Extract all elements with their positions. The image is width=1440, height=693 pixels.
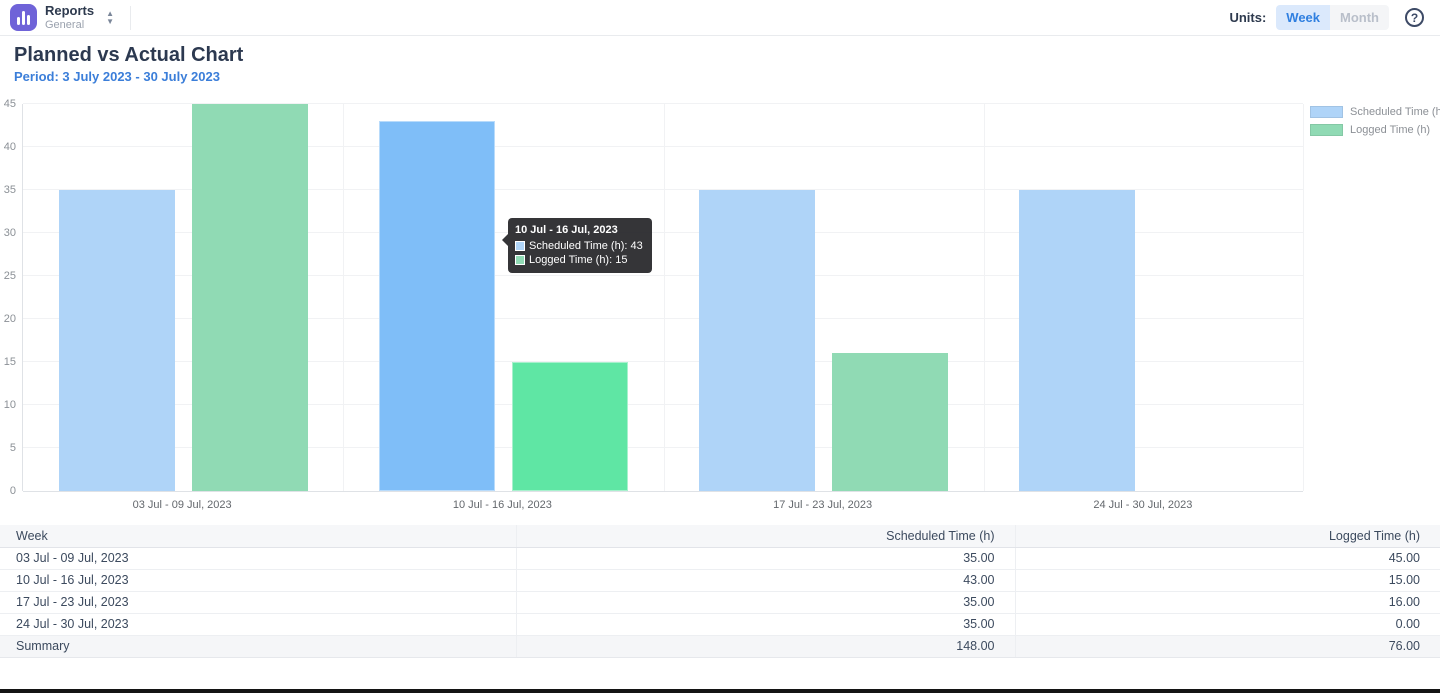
divider xyxy=(130,6,131,30)
table-header-row: WeekScheduled Time (h)Logged Time (h) xyxy=(0,525,1440,547)
week-cell: 24 Jul - 30 Jul, 2023 xyxy=(0,613,516,635)
bar-logged-week-1[interactable] xyxy=(192,104,308,491)
y-tick-label: 10 xyxy=(4,399,16,411)
table-header-cell: Scheduled Time (h) xyxy=(516,525,1015,547)
tooltip-title: 10 Jul - 16 Jul, 2023 xyxy=(515,224,643,236)
y-tick-label: 5 xyxy=(10,442,16,454)
tooltip-series-swatch xyxy=(515,255,525,265)
summary-row: Summary148.0076.00 xyxy=(0,635,1440,657)
page-title: Planned vs Actual Chart xyxy=(14,44,243,67)
bar-scheduled-week-4[interactable] xyxy=(1019,190,1135,491)
app-title: Reports xyxy=(45,4,94,18)
x-tick-label: 03 Jul - 09 Jul, 2023 xyxy=(133,499,232,511)
tooltip-series-swatch xyxy=(515,241,525,251)
tooltip-series-value: Scheduled Time (h): 43 xyxy=(529,240,643,252)
bar-logged-week-2[interactable] xyxy=(512,362,628,491)
reports-page: Reports General ▲▼ Units: WeekMonth ? Pl… xyxy=(0,0,1440,693)
gridline xyxy=(984,104,985,491)
app-subtitle: General xyxy=(45,19,94,31)
tooltip-row: Logged Time (h): 15 xyxy=(515,254,643,266)
gridline xyxy=(343,104,344,491)
value-cell: 16.00 xyxy=(1015,591,1440,613)
table-row: 24 Jul - 30 Jul, 202335.000.00 xyxy=(0,613,1440,635)
y-tick-label: 15 xyxy=(4,356,16,368)
table-row: 10 Jul - 16 Jul, 202343.0015.00 xyxy=(0,569,1440,591)
bar-logged-week-3[interactable] xyxy=(832,353,948,491)
y-tick-label: 20 xyxy=(4,313,16,325)
chart-tooltip: 10 Jul - 16 Jul, 2023 Scheduled Time (h)… xyxy=(508,218,652,273)
units-label: Units: xyxy=(1229,10,1266,25)
value-cell: 0.00 xyxy=(1015,613,1440,635)
bottom-edge-bar xyxy=(0,689,1440,693)
legend-item[interactable]: Logged Time (h) xyxy=(1310,124,1440,136)
week-cell: 03 Jul - 09 Jul, 2023 xyxy=(0,547,516,569)
legend-label: Scheduled Time (h) xyxy=(1350,106,1440,118)
reports-app-switcher[interactable]: Reports General ▲▼ xyxy=(0,4,124,31)
value-cell: 43.00 xyxy=(516,569,1015,591)
tooltip-series-value: Logged Time (h): 15 xyxy=(529,254,627,266)
value-cell: 35.00 xyxy=(516,613,1015,635)
week-cell: 17 Jul - 23 Jul, 2023 xyxy=(0,591,516,613)
bar-chart-icon xyxy=(10,4,37,31)
gridline xyxy=(1303,104,1304,491)
report-period: Period: 3 July 2023 - 30 July 2023 xyxy=(14,69,220,84)
value-cell: 76.00 xyxy=(1015,635,1440,657)
y-tick-label: 45 xyxy=(4,98,16,110)
bar-scheduled-week-1[interactable] xyxy=(59,190,175,491)
units-option-month[interactable]: Month xyxy=(1330,5,1389,30)
table-header-cell: Week xyxy=(0,525,516,547)
units-option-week[interactable]: Week xyxy=(1276,5,1330,30)
gridline xyxy=(664,104,665,491)
bar-scheduled-week-2[interactable] xyxy=(379,121,495,491)
report-table: WeekScheduled Time (h)Logged Time (h) 03… xyxy=(0,525,1440,658)
y-tick-label: 0 xyxy=(10,485,16,497)
y-axis-labels: 051015202530354045 xyxy=(0,104,18,491)
table-row: 03 Jul - 09 Jul, 202335.0045.00 xyxy=(0,547,1440,569)
value-cell: 35.00 xyxy=(516,591,1015,613)
x-tick-label: 24 Jul - 30 Jul, 2023 xyxy=(1093,499,1192,511)
week-cell: Summary xyxy=(0,635,516,657)
x-axis-labels: 03 Jul - 09 Jul, 2023 10 Jul - 16 Jul, 20… xyxy=(22,499,1303,515)
chart-legend: Scheduled Time (h) Logged Time (h) xyxy=(1310,106,1440,136)
table-row: 17 Jul - 23 Jul, 202335.0016.00 xyxy=(0,591,1440,613)
chart-plot-area xyxy=(22,104,1303,491)
legend-swatch xyxy=(1310,124,1343,136)
units-segmented-control: WeekMonth xyxy=(1276,5,1389,30)
legend-label: Logged Time (h) xyxy=(1350,124,1430,136)
legend-swatch xyxy=(1310,106,1343,118)
top-bar: Reports General ▲▼ Units: WeekMonth ? xyxy=(0,0,1440,36)
x-tick-label: 10 Jul - 16 Jul, 2023 xyxy=(453,499,552,511)
value-cell: 45.00 xyxy=(1015,547,1440,569)
planned-vs-actual-chart: 0 5 10 15 20 25 30 35 40 45 03 Jul - 09 Jul, 2023… xyxy=(0,100,1440,520)
bar-scheduled-week-3[interactable] xyxy=(699,190,815,491)
value-cell: 15.00 xyxy=(1015,569,1440,591)
table-header-cell: Logged Time (h) xyxy=(1015,525,1440,547)
y-tick-label: 35 xyxy=(4,184,16,196)
tooltip-row: Scheduled Time (h): 43 xyxy=(515,240,643,252)
y-tick-label: 30 xyxy=(4,227,16,239)
x-tick-label: 17 Jul - 23 Jul, 2023 xyxy=(773,499,872,511)
value-cell: 35.00 xyxy=(516,547,1015,569)
chevron-up-down-icon[interactable]: ▲▼ xyxy=(106,10,114,25)
y-tick-label: 40 xyxy=(4,141,16,153)
help-icon[interactable]: ? xyxy=(1405,8,1424,27)
y-tick-label: 25 xyxy=(4,270,16,282)
week-cell: 10 Jul - 16 Jul, 2023 xyxy=(0,569,516,591)
legend-item[interactable]: Scheduled Time (h) xyxy=(1310,106,1440,118)
gridline xyxy=(23,491,1303,492)
value-cell: 148.00 xyxy=(516,635,1015,657)
